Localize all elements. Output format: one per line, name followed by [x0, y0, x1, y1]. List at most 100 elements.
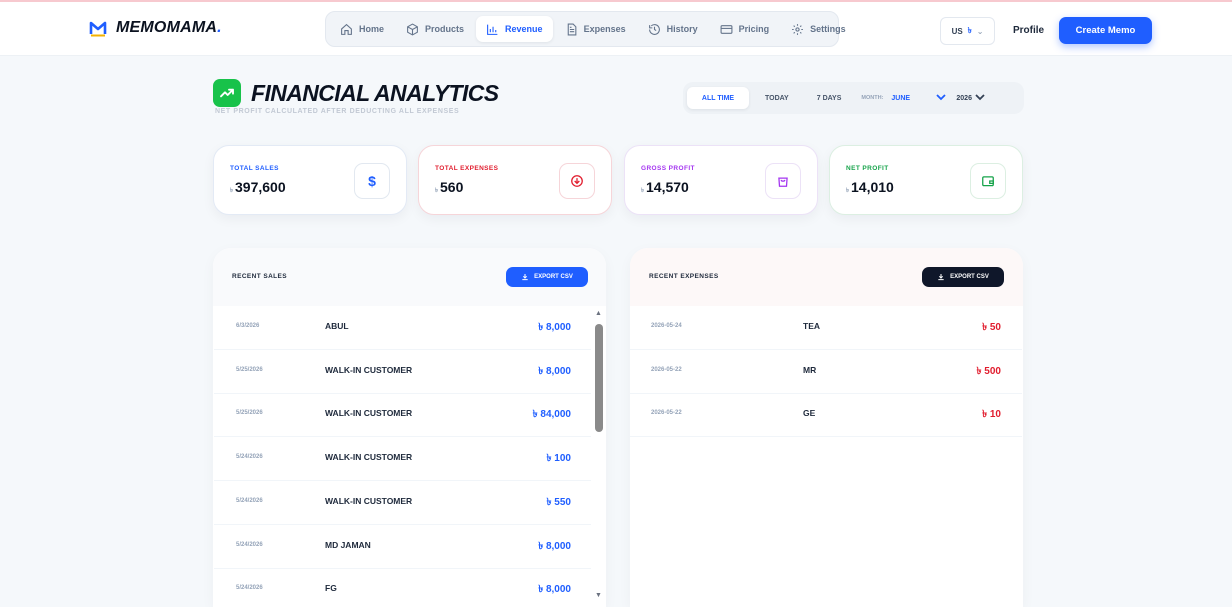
- credit-card-icon: [720, 24, 733, 34]
- stat-label: TOTAL SALES: [230, 165, 279, 172]
- table-row[interactable]: 5/24/2026 MD JAMAN ৳ 8,000: [214, 525, 591, 569]
- trending-up-icon: [213, 79, 241, 107]
- nav-label: Revenue: [505, 24, 543, 34]
- table-row[interactable]: 5/24/2026 WALK-IN CUSTOMER ৳ 100: [214, 437, 591, 482]
- month-label: MONTH:: [861, 95, 884, 101]
- nav-settings[interactable]: Settings: [781, 16, 856, 42]
- row-name: WALK-IN CUSTOMER: [325, 495, 413, 506]
- row-amount: ৳ 84,000: [532, 409, 571, 421]
- row-amount: ৳ 8,000: [538, 322, 571, 333]
- table-row[interactable]: 5/24/2026 WALK-IN CUSTOMER ৳ 550: [214, 481, 591, 525]
- panel-title: RECENT SALES: [232, 273, 288, 280]
- table-row[interactable]: 5/24/2026 FG ৳ 8,000: [214, 568, 591, 607]
- stat-card-net-profit: NET PROFIT ৳ 14,010: [829, 145, 1023, 215]
- chevron-down-icon[interactable]: [936, 93, 947, 103]
- nav-label: Expenses: [583, 24, 626, 34]
- nav-pricing[interactable]: Pricing: [710, 16, 780, 42]
- history-icon: [648, 23, 660, 35]
- wallet-icon: [970, 163, 1006, 199]
- chevron-down-icon[interactable]: [975, 93, 985, 103]
- language-selector[interactable]: US ৳ ⌄: [940, 17, 995, 45]
- dollar-icon: $: [354, 163, 390, 199]
- shopping-bag-icon: [765, 163, 801, 199]
- box-icon: [407, 22, 418, 36]
- filter-all-time[interactable]: ALL TIME: [687, 87, 749, 109]
- table-row[interactable]: 2026-05-22 MR ৳ 500: [630, 350, 1022, 394]
- row-date: 5/25/2026: [236, 410, 263, 417]
- row-name: WALK-IN CUSTOMER: [325, 452, 413, 463]
- logo-icon: [88, 18, 108, 38]
- scrollbar-thumb[interactable]: [595, 324, 603, 432]
- row-name: MD JAMAN: [325, 539, 371, 550]
- nav-label: Settings: [810, 24, 846, 34]
- recent-expenses-header: RECENT EXPENSES EXPORT CSV: [630, 248, 1023, 306]
- main-nav: Home Products Revenue Expenses History P…: [325, 11, 846, 47]
- export-csv-button[interactable]: EXPORT CSV: [506, 267, 588, 287]
- gear-icon: [792, 23, 804, 35]
- language-code: US: [951, 26, 963, 36]
- row-amount: ৳ 550: [546, 496, 571, 508]
- row-date: 5/24/2026: [236, 585, 263, 592]
- page-subtitle: NET PROFIT CALCULATED AFTER DEDUCTING AL…: [215, 108, 460, 115]
- row-date: 2026-05-22: [651, 366, 682, 373]
- nav-history[interactable]: History: [638, 16, 708, 42]
- row-date: 5/24/2026: [236, 497, 263, 504]
- nav-label: Products: [425, 24, 465, 34]
- home-icon: [341, 23, 352, 35]
- recent-sales-header: RECENT SALES EXPORT CSV: [213, 248, 606, 306]
- brand-name: MEMOMAMA.: [116, 19, 222, 36]
- profile-link[interactable]: Profile: [1013, 25, 1044, 36]
- row-name: MR: [803, 364, 817, 375]
- table-row[interactable]: 6/3/2026 ABUL ৳ 8,000: [214, 306, 591, 350]
- stat-card-total-sales: TOTAL SALES ৳ 397,600 $: [213, 145, 407, 215]
- scroll-up-icon[interactable]: ▲: [595, 310, 602, 317]
- year-select[interactable]: 2026: [956, 95, 972, 102]
- currency-symbol: ৳: [967, 25, 972, 35]
- nav-revenue[interactable]: Revenue: [476, 16, 553, 42]
- download-icon: [522, 274, 528, 281]
- row-amount: ৳ 10: [982, 409, 1001, 421]
- create-memo-button[interactable]: Create Memo: [1059, 17, 1152, 44]
- document-icon: [567, 23, 576, 35]
- row-date: 2026-05-24: [651, 323, 682, 329]
- stat-card-total-expenses: TOTAL EXPENSES ৳ 560: [418, 145, 612, 215]
- table-row[interactable]: 2026-05-24 TEA ৳ 50: [630, 306, 1022, 350]
- stat-label: NET PROFIT: [846, 165, 889, 172]
- nav-expenses[interactable]: Expenses: [555, 16, 636, 42]
- row-date: 6/3/2026: [236, 323, 260, 329]
- chevron-down-icon: ⌄: [976, 26, 984, 36]
- stat-label: TOTAL EXPENSES: [435, 165, 499, 172]
- scroll-down-icon[interactable]: ▼: [595, 592, 602, 599]
- brand-logo[interactable]: MEMOMAMA.: [88, 18, 222, 38]
- filter-today[interactable]: TODAY: [753, 87, 801, 109]
- bar-chart-icon: [487, 24, 498, 35]
- row-amount: ৳ 8,000: [538, 365, 571, 377]
- table-row[interactable]: 5/25/2026 WALK-IN CUSTOMER ৳ 84,000: [214, 393, 591, 438]
- row-amount: ৳ 8,000: [538, 584, 571, 596]
- table-row[interactable]: 5/25/2026 WALK-IN CUSTOMER ৳ 8,000: [214, 350, 591, 394]
- filter-7-days[interactable]: 7 DAYS: [805, 87, 854, 109]
- month-select[interactable]: JUNE: [891, 95, 931, 102]
- date-filter-bar: ALL TIME TODAY 7 DAYS MONTH: JUNE 2026: [683, 82, 1024, 114]
- nav-label: Home: [359, 24, 385, 34]
- export-csv-button[interactable]: EXPORT CSV: [922, 267, 1004, 287]
- stat-value: ৳ 397,600: [230, 179, 286, 195]
- stat-value: ৳ 560: [435, 179, 464, 195]
- nav-products[interactable]: Products: [396, 16, 474, 42]
- table-row[interactable]: 2026-05-22 GE ৳ 10: [630, 393, 1022, 438]
- stat-value: ৳ 14,010: [846, 179, 894, 195]
- nav-label: Pricing: [738, 24, 770, 34]
- row-name: TEA: [803, 321, 820, 331]
- stat-card-gross-profit: GROSS PROFIT ৳ 14,570: [624, 145, 818, 215]
- nav-label: History: [666, 24, 698, 34]
- row-date: 5/25/2026: [236, 366, 263, 373]
- row-date: 2026-05-22: [651, 410, 682, 417]
- stat-label: GROSS PROFIT: [641, 165, 695, 172]
- row-amount: ৳ 500: [976, 365, 1001, 377]
- page-title: FINANCIAL ANALYTICS: [251, 80, 499, 106]
- row-name: ABUL: [325, 321, 349, 331]
- row-amount: ৳ 8,000: [538, 540, 571, 552]
- nav-home[interactable]: Home: [330, 16, 394, 42]
- row-name: WALK-IN CUSTOMER: [325, 364, 413, 375]
- row-name: WALK-IN CUSTOMER: [325, 408, 413, 419]
